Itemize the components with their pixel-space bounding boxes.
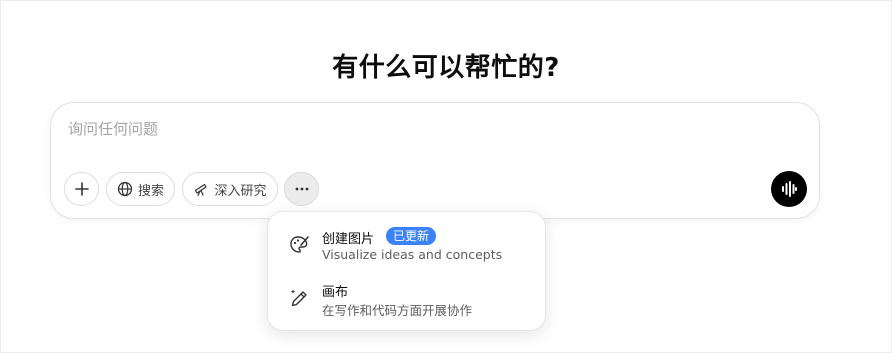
menu-item-canvas[interactable]: 画布 在写作和代码方面开展协作 bbox=[276, 274, 538, 320]
tools-dropdown-menu: 创建图片 已更新 Visualize ideas and concepts 画布… bbox=[267, 211, 546, 331]
telescope-icon bbox=[195, 183, 208, 197]
search-button-label: 搜索 bbox=[137, 183, 164, 199]
menu-item-description: Visualize ideas and concepts bbox=[322, 247, 503, 262]
voice-waveform-icon bbox=[782, 181, 797, 197]
palette-brush-icon bbox=[290, 236, 309, 253]
menu-item-title: 画布 bbox=[322, 285, 349, 300]
add-attachment-button[interactable] bbox=[64, 172, 99, 206]
ellipsis-icon bbox=[295, 187, 308, 191]
menu-item-title: 创建图片 bbox=[322, 232, 375, 247]
plus-icon bbox=[74, 182, 89, 196]
deep-research-button-label: 深入研究 bbox=[214, 183, 267, 199]
page-title: 有什么可以帮忙的? bbox=[332, 53, 560, 83]
globe-icon bbox=[117, 181, 133, 197]
menu-item-description: 在写作和代码方面开展协作 bbox=[322, 303, 473, 318]
pencil-sparkle-icon bbox=[290, 289, 307, 307]
menu-item-create-image[interactable]: 创建图片 已更新 Visualize ideas and concepts bbox=[276, 221, 538, 267]
search-button[interactable]: 搜索 bbox=[106, 172, 175, 206]
voice-mode-button[interactable] bbox=[771, 171, 807, 207]
deep-research-button[interactable]: 深入研究 bbox=[182, 172, 278, 206]
prompt-composer: 搜索 深入研究 bbox=[50, 102, 820, 219]
chat-home-page: 有什么可以帮忙的? 搜索 深入研究 bbox=[0, 0, 892, 353]
updated-badge: 已更新 bbox=[386, 227, 437, 245]
prompt-input[interactable] bbox=[68, 117, 748, 141]
more-tools-button[interactable] bbox=[284, 172, 319, 206]
